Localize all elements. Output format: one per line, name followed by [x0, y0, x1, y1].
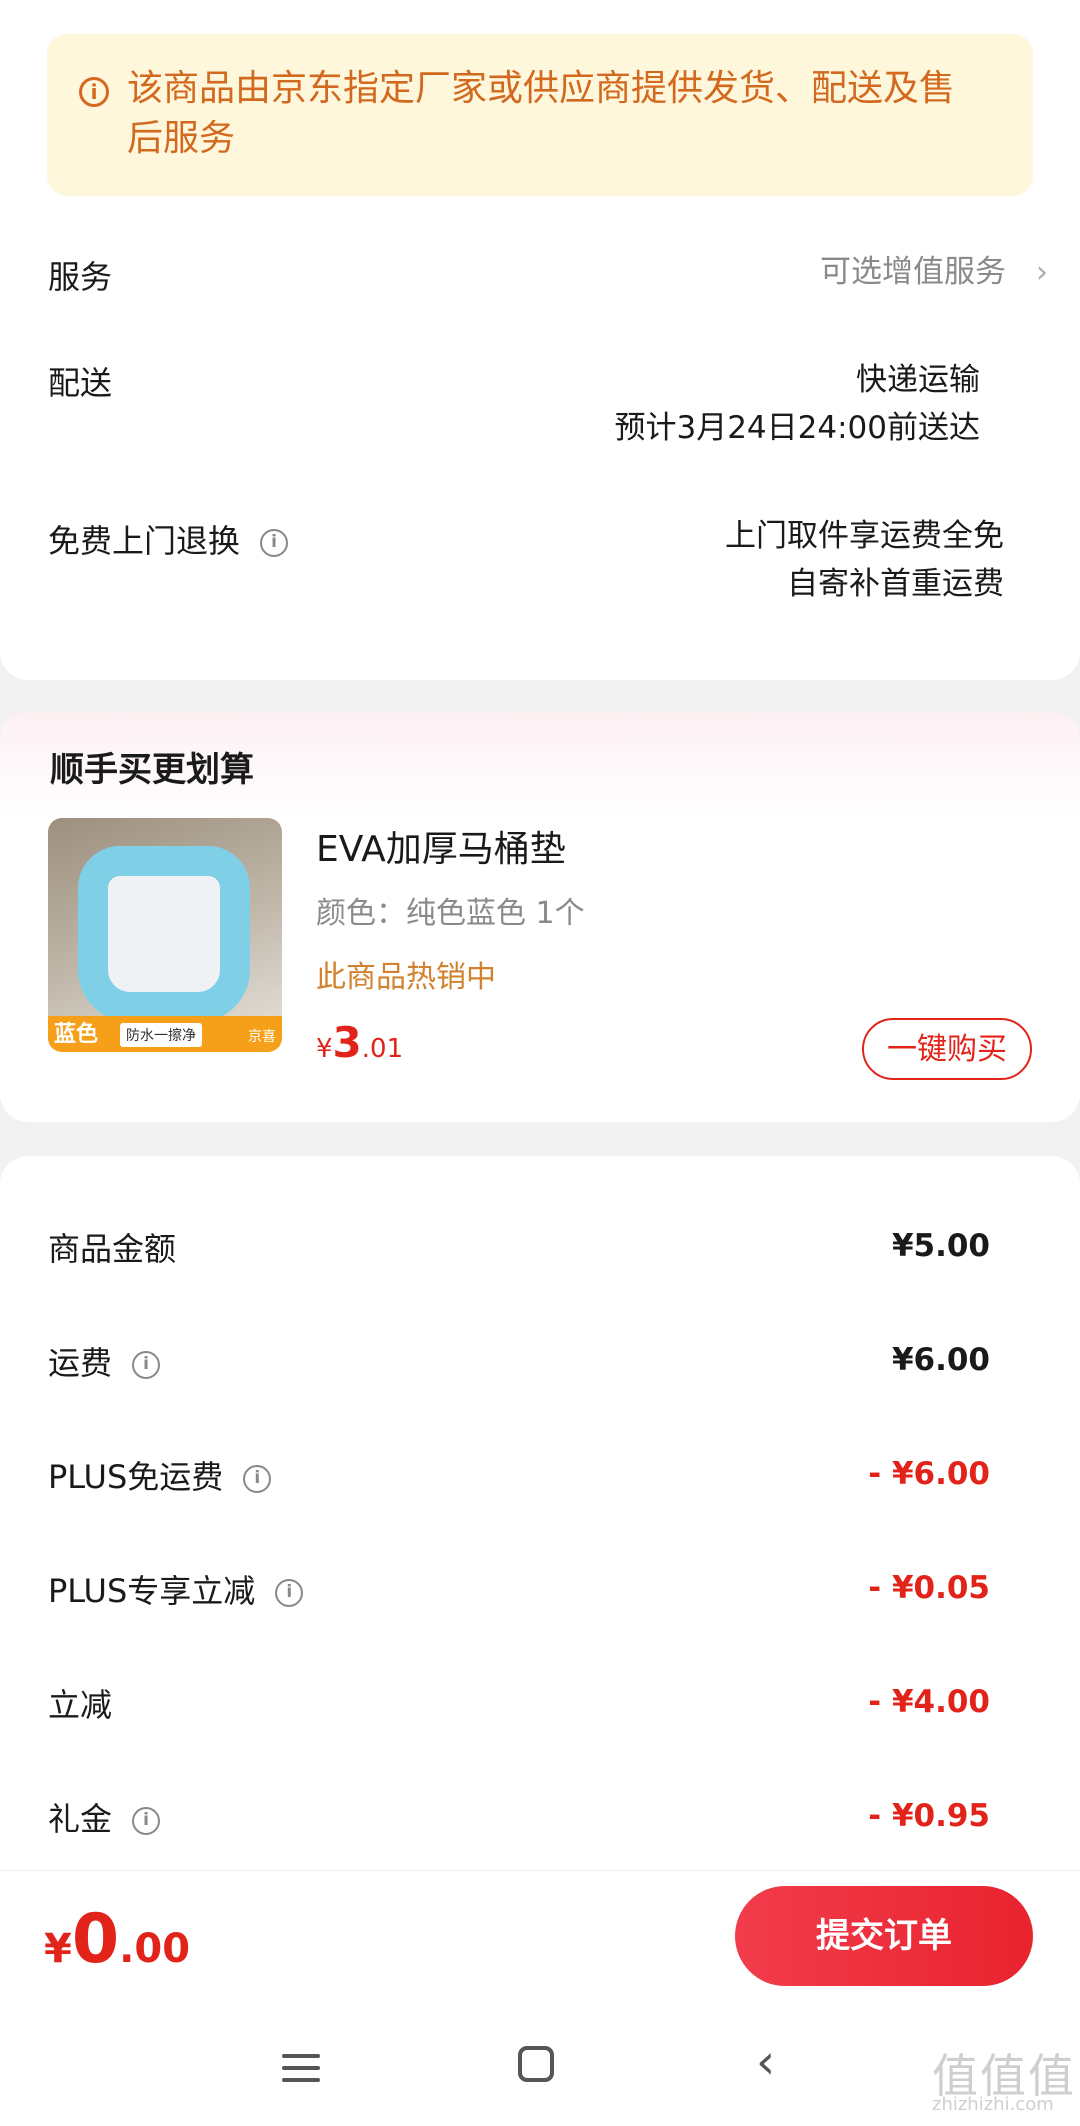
notice-text: 该商品由京东指定厂家或供应商提供发货、配送及售后服务 [127, 68, 956, 159]
service-value: 可选增值服务 [820, 254, 1006, 290]
gift-money-label: 礼金 [48, 1800, 113, 1838]
returns-line1: 上门取件享运费全免 [725, 518, 1004, 554]
delivery-label: 配送 [48, 364, 113, 402]
chevron-right-icon: › [1036, 255, 1048, 290]
summary-row-value: - ¥6.00 [868, 1456, 990, 1492]
product-name[interactable]: EVA加厚马桶垫 [316, 820, 566, 872]
thumb-brand-tag: 京喜 [248, 1029, 276, 1045]
toilet-seat-image [78, 846, 250, 1022]
summary-row-label: 商品金额 [48, 1230, 177, 1268]
addon-title: 顺手买更划算 [50, 750, 254, 790]
thumb-mid-tag: 防水一擦净 [120, 1023, 202, 1047]
vendor-notice: i 该商品由京东指定厂家或供应商提供发货、配送及售后服务 [47, 34, 1033, 196]
returns-info: 上门取件享运费全免 自寄补首重运费 [725, 512, 1004, 608]
one-click-buy-button[interactable]: 一键购买 [862, 1018, 1032, 1080]
thumb-tag: 蓝色 [54, 1022, 99, 1047]
info-icon[interactable]: i [132, 1807, 161, 1835]
summary-row-label: 礼金 i [48, 1794, 161, 1840]
home-icon[interactable] [518, 2046, 554, 2082]
summary-row-label: 运费 i [48, 1338, 161, 1384]
info-circle-icon: i [79, 77, 109, 107]
info-icon[interactable]: i [132, 1351, 161, 1379]
returns-row: 免费上门退换 i [48, 516, 289, 562]
summary-row-value: - ¥0.05 [868, 1570, 990, 1606]
plus-discount-label: PLUS专享立减 [48, 1572, 256, 1610]
total-int: 0 [71, 1900, 120, 1979]
returns-line2: 自寄补首重运费 [787, 566, 1004, 602]
delivery-method: 快递运输 [856, 362, 980, 398]
delivery-eta: 预计3月24日24:00前送达 [614, 410, 980, 446]
product-spec: 颜色：纯色蓝色 1个 [316, 896, 585, 931]
product-price: ¥3.01 [316, 1018, 403, 1067]
info-icon[interactable]: i [275, 1579, 304, 1607]
total-symbol: ¥ [44, 1926, 72, 1972]
menu-icon[interactable] [282, 2054, 320, 2082]
service-label: 服务 [48, 258, 113, 296]
price-symbol: ¥ [316, 1034, 333, 1064]
product-hot-label: 此商品热销中 [316, 960, 496, 995]
price-int: 3 [332, 1018, 362, 1067]
summary-row-value: - ¥0.95 [868, 1798, 990, 1834]
delivery-info[interactable]: 快递运输 预计3月24日24:00前送达 [614, 356, 980, 452]
price-dec: .01 [361, 1034, 404, 1064]
info-icon[interactable]: i [243, 1465, 272, 1493]
freight-label: 运费 [48, 1344, 113, 1382]
watermark-url: zhizhizhi.com [932, 2094, 1054, 2115]
submit-order-button[interactable]: 提交订单 [735, 1886, 1033, 1986]
summary-row-value: ¥6.00 [891, 1342, 990, 1378]
back-icon[interactable]: ‹ [756, 2038, 775, 2086]
total-price: ¥0.00 [44, 1900, 190, 1979]
summary-row-value: - ¥4.00 [868, 1684, 990, 1720]
summary-row-label: 立减 [48, 1686, 113, 1724]
info-icon[interactable]: i [260, 529, 289, 557]
summary-row-label: PLUS专享立减 i [48, 1566, 304, 1612]
total-dec: .00 [119, 1926, 191, 1972]
service-selector[interactable]: 可选增值服务 › [820, 248, 1048, 297]
plus-free-freight-label: PLUS免运费 [48, 1458, 224, 1496]
summary-row-value: ¥5.00 [891, 1228, 990, 1264]
product-thumbnail[interactable]: 蓝色 防水一擦净 京喜 [48, 818, 282, 1052]
summary-row-label: PLUS免运费 i [48, 1452, 272, 1498]
returns-label: 免费上门退换 [48, 522, 241, 560]
